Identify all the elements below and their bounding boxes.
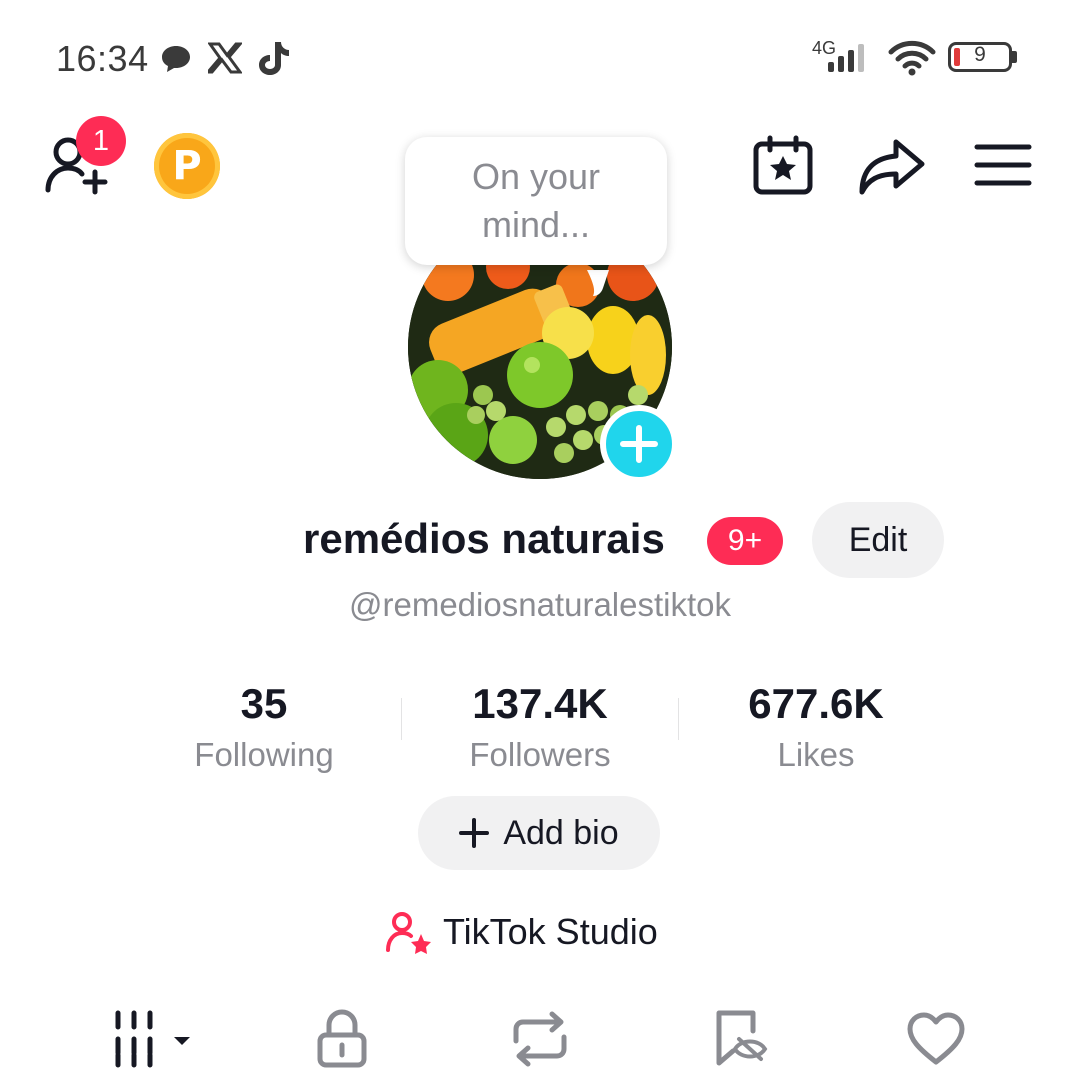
stat-followers[interactable]: 137.4K Followers: [410, 680, 670, 774]
tab-private[interactable]: [310, 1006, 374, 1072]
signal-icon: [828, 44, 864, 72]
plus-icon: [459, 818, 490, 848]
share-profile-button[interactable]: [858, 136, 926, 196]
share-icon: [859, 139, 925, 195]
bubble-tail: [587, 270, 609, 296]
on-your-mind-text: On your mind...: [471, 156, 601, 245]
battery-level: 9: [974, 43, 986, 66]
hidden-tag-icon: [716, 1010, 768, 1066]
tiktok-studio-label: TikTok Studio: [443, 911, 658, 952]
points-coin-button[interactable]: P: [154, 133, 220, 199]
notification-badge[interactable]: 9+: [707, 517, 783, 565]
username: @remediosnaturalestiktok: [349, 586, 731, 623]
battery-icon: 9: [948, 42, 1012, 72]
stat-following[interactable]: 35 Following: [134, 680, 394, 774]
stat-likes-value: 677.6K: [748, 680, 884, 727]
tiktok-studio-link[interactable]: TikTok Studio: [385, 905, 658, 959]
stat-divider: [678, 698, 679, 740]
heart-icon: [907, 1012, 965, 1065]
tab-reposts[interactable]: [505, 1006, 575, 1072]
calendar-star-icon: [753, 135, 813, 195]
stat-following-label: Following: [194, 736, 334, 773]
stat-divider: [401, 698, 402, 740]
creator-star-icon: [386, 912, 431, 954]
repost-icon: [513, 1011, 567, 1067]
stat-likes-label: Likes: [777, 736, 855, 773]
calendar-button[interactable]: [752, 134, 814, 196]
on-your-mind-bubble[interactable]: On your mind...: [405, 137, 667, 265]
stat-following-value: 35: [240, 680, 288, 727]
menu-icon: [974, 144, 1032, 186]
status-bar: 16:34 4G 9: [0, 0, 1080, 110]
stat-likes[interactable]: 677.6K Likes: [686, 680, 946, 774]
friend-request-badge: 1: [76, 116, 126, 166]
videos-grid-icon: [115, 1010, 190, 1068]
plus-icon: [620, 425, 658, 463]
wifi-icon: [888, 40, 936, 76]
add-bio-button[interactable]: Add bio: [418, 796, 660, 870]
tab-hidden-tags[interactable]: [712, 1006, 774, 1072]
tab-liked[interactable]: [904, 1006, 968, 1072]
battery-tip: [1012, 51, 1017, 63]
stat-followers-value: 137.4K: [472, 680, 608, 727]
menu-button[interactable]: [974, 142, 1032, 188]
points-label: P: [172, 143, 202, 189]
edit-profile-button[interactable]: Edit: [812, 502, 944, 578]
add-bio-label: Add bio: [503, 813, 619, 852]
chat-bubble-icon: [162, 46, 190, 72]
status-time: 16:34: [56, 38, 149, 79]
add-avatar-button[interactable]: [600, 405, 678, 483]
stat-followers-label: Followers: [469, 736, 611, 773]
x-icon: [208, 42, 242, 74]
tiktok-icon: [259, 42, 289, 75]
lock-icon: [317, 1009, 367, 1068]
display-name: remédios naturais: [303, 515, 665, 562]
tab-videos[interactable]: [108, 1006, 198, 1072]
